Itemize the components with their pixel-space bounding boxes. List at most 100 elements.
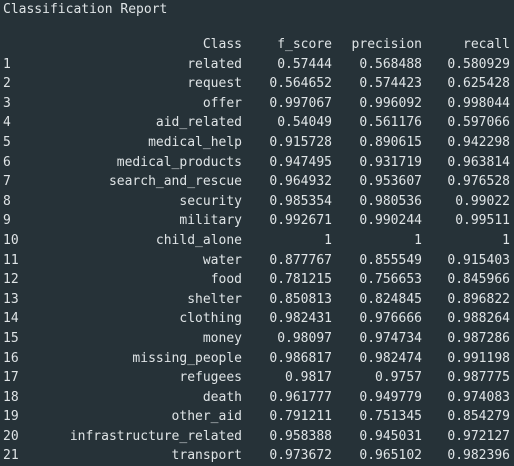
- f-score-cell: 0.947495: [269, 154, 332, 170]
- class-cell: shelter: [187, 291, 242, 307]
- class-cell: money: [202, 330, 242, 346]
- table-row: 18 death 0.961777 0.949779 0.974083: [3, 388, 510, 408]
- recall-cell: 0.854279: [447, 409, 510, 425]
- classification-table: Class f_score precision recall 1 related 0…: [3, 35, 510, 466]
- row-index: 4: [3, 115, 11, 131]
- row-index: 18: [3, 389, 19, 405]
- precision-cell: 0.561176: [359, 115, 422, 131]
- recall-cell: 0.987775: [447, 370, 510, 386]
- table-row: 16 missing_people 0.986817 0.982474 0.991198: [3, 349, 510, 369]
- class-cell: transport: [171, 448, 242, 464]
- precision-cell: 0.568488: [359, 56, 422, 72]
- table-row: 2 request 0.564652 0.574423 0.625428: [3, 74, 510, 94]
- row-index: 13: [3, 291, 19, 307]
- class-cell: medical_products: [116, 154, 242, 170]
- class-cell: military: [179, 213, 242, 229]
- precision-cell: 0.855549: [359, 252, 422, 268]
- table-row: 20 infrastructure_related 0.958388 0.945031…: [3, 427, 510, 447]
- recall-cell: 0.580929: [447, 56, 510, 72]
- f-score-cell: 0.973672: [269, 448, 332, 464]
- row-index: 20: [3, 428, 19, 444]
- f-score-cell: 0.986817: [269, 350, 332, 366]
- table-row: 15 money 0.98097 0.974734 0.987286: [3, 329, 510, 349]
- row-index: 1: [3, 56, 11, 72]
- row-index: 7: [3, 174, 11, 190]
- class-header: Class: [202, 37, 242, 52]
- table-row: 17 refugees 0.9817 0.9757 0.987775: [3, 368, 510, 388]
- precision-cell: 0.824845: [359, 291, 422, 307]
- precision-cell: 0.980536: [359, 193, 422, 209]
- row-index: 10: [3, 232, 19, 248]
- recall-cell: 0.976528: [447, 174, 510, 190]
- precision-cell: 0.9757: [375, 370, 422, 386]
- f-score-cell: 0.9817: [285, 370, 332, 386]
- f-score-cell: 0.877767: [269, 252, 332, 268]
- precision-cell: 0.976666: [359, 311, 422, 327]
- row-index: 16: [3, 350, 19, 366]
- precision-cell: 0.965102: [359, 448, 422, 464]
- row-index: 14: [3, 311, 19, 327]
- f-score-cell: 0.850813: [269, 291, 332, 307]
- precision-cell: 0.574423: [359, 76, 422, 92]
- row-index: 11: [3, 252, 19, 268]
- f-score-cell: 1: [324, 232, 332, 248]
- f-score-cell: 0.964932: [269, 174, 332, 190]
- class-cell: missing_people: [132, 350, 242, 366]
- row-index: 8: [3, 193, 11, 209]
- precision-cell: 0.953607: [359, 174, 422, 190]
- f-score-cell: 0.791211: [269, 409, 332, 425]
- table-row: 19 other_aid 0.791211 0.751345 0.854279: [3, 407, 510, 427]
- row-index: 12: [3, 272, 19, 288]
- class-cell: food: [210, 272, 242, 288]
- recall-cell: 0.99022: [455, 193, 510, 209]
- index-header: [3, 35, 39, 55]
- recall-cell: 0.942298: [447, 134, 510, 150]
- class-cell: other_aid: [171, 409, 242, 425]
- recall-cell: 0.99511: [455, 213, 510, 229]
- class-cell: aid_related: [155, 115, 242, 131]
- f-score-cell: 0.985354: [269, 193, 332, 209]
- recall-cell: 0.998044: [447, 95, 510, 111]
- f-score-cell: 0.961777: [269, 389, 332, 405]
- recall-header: recall: [463, 37, 510, 52]
- precision-cell: 0.982474: [359, 350, 422, 366]
- table-row: 21 transport 0.973672 0.965102 0.982396: [3, 446, 510, 466]
- console-output: Classification Report Class f_score prec…: [0, 0, 514, 463]
- precision-cell: 0.945031: [359, 428, 422, 444]
- class-cell: child_alone: [155, 232, 242, 248]
- f-score-cell: 0.54049: [277, 115, 332, 131]
- recall-cell: 0.982396: [447, 448, 510, 464]
- class-cell: medical_help: [148, 134, 242, 150]
- header-row: Class f_score precision recall: [3, 35, 510, 55]
- row-index: 9: [3, 213, 11, 229]
- precision-cell: 0.974734: [359, 330, 422, 346]
- recall-cell: 0.597066: [447, 115, 510, 131]
- class-cell: security: [179, 193, 242, 209]
- precision-cell: 0.756653: [359, 272, 422, 288]
- class-cell: infrastructure_related: [69, 428, 242, 444]
- recall-cell: 1: [502, 232, 510, 248]
- precision-cell: 1: [414, 232, 422, 248]
- table-row: 13 shelter 0.850813 0.824845 0.896822: [3, 290, 510, 310]
- class-cell: request: [187, 76, 242, 92]
- table-row: 4 aid_related 0.54049 0.561176 0.597066: [3, 113, 510, 133]
- f-score-cell: 0.781215: [269, 272, 332, 288]
- class-cell: clothing: [179, 311, 242, 327]
- table-row: 14 clothing 0.982431 0.976666 0.988264: [3, 309, 510, 329]
- class-cell: water: [202, 252, 242, 268]
- precision-cell: 0.996092: [359, 95, 422, 111]
- class-cell: search_and_rescue: [108, 174, 242, 190]
- f-score-cell: 0.57444: [277, 56, 332, 72]
- f-score-cell: 0.982431: [269, 311, 332, 327]
- recall-cell: 0.845966: [447, 272, 510, 288]
- recall-cell: 0.915403: [447, 252, 510, 268]
- class-cell: refugees: [179, 370, 242, 386]
- table-body: 1 related 0.57444 0.568488 0.580929 2 request 0…: [3, 55, 510, 466]
- precision-cell: 0.949779: [359, 389, 422, 405]
- table-row: 3 offer 0.997067 0.996092 0.998044: [3, 94, 510, 114]
- row-index: 2: [3, 76, 11, 92]
- table-row: 9 military 0.992671 0.990244 0.99511: [3, 211, 510, 231]
- report-title: Classification Report: [3, 2, 168, 17]
- precision-cell: 0.751345: [359, 409, 422, 425]
